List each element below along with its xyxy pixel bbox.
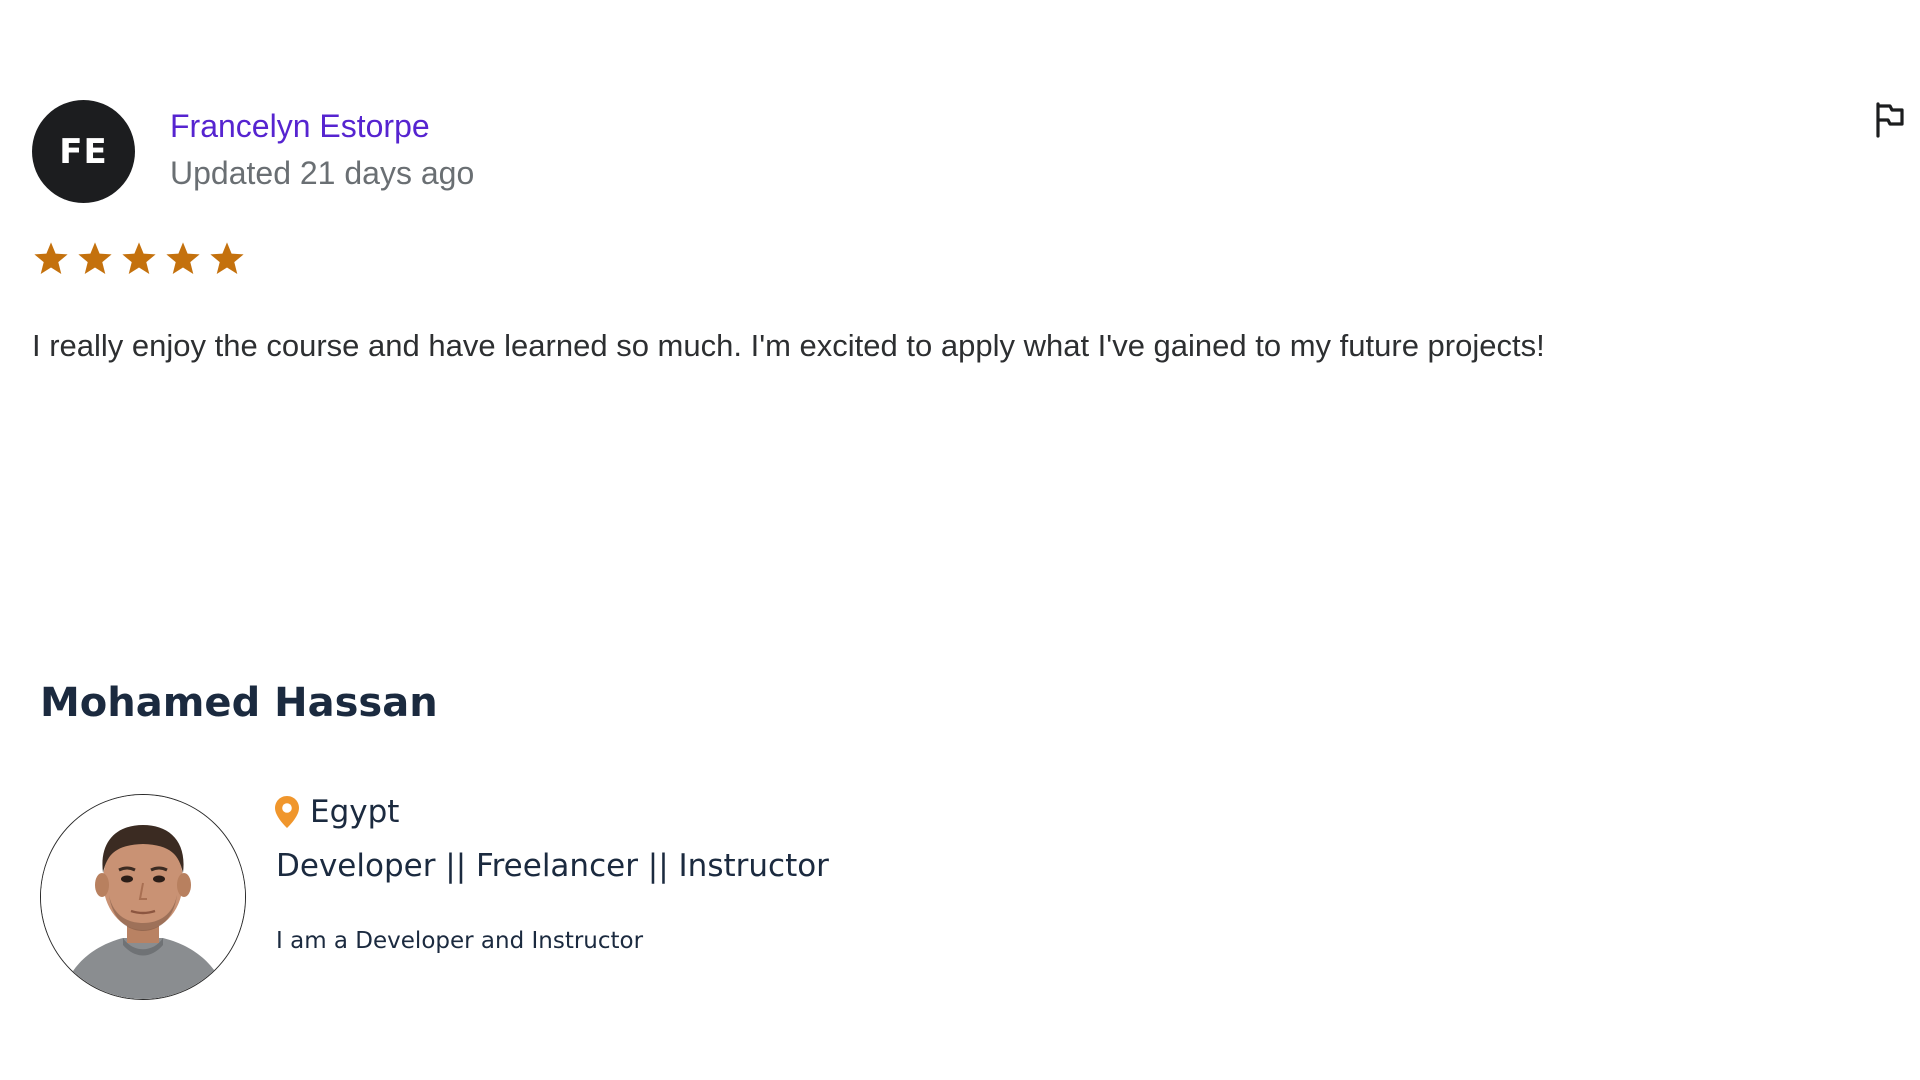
star-rating xyxy=(32,240,246,284)
star-icon xyxy=(34,242,68,275)
avatar-initials: FE xyxy=(59,131,108,172)
reviewer-avatar: FE xyxy=(32,100,135,203)
instructor-section: Mohamed Hassan Egypt Developer || Freela xyxy=(40,680,1540,1020)
star-icon xyxy=(122,242,156,275)
instructor-name[interactable]: Mohamed Hassan xyxy=(40,680,438,726)
review-card: FE Francelyn Estorpe Updated 21 days ago… xyxy=(32,100,1904,400)
star-icon xyxy=(210,242,244,275)
flag-icon[interactable] xyxy=(1872,100,1908,140)
instructor-bio: I am a Developer and Instructor xyxy=(276,928,644,954)
star-icon xyxy=(166,242,200,275)
reviewer-name: Francelyn Estorpe xyxy=(170,108,430,144)
instructor-avatar[interactable] xyxy=(40,794,246,1000)
review-date: Updated 21 days ago xyxy=(170,155,475,191)
instructor-headline: Developer || Freelancer || Instructor xyxy=(276,848,829,884)
location-text: Egypt xyxy=(310,794,400,830)
instructor-location: Egypt xyxy=(274,794,399,830)
review-text: I really enjoy the course and have learn… xyxy=(32,328,1545,363)
star-icon xyxy=(78,242,112,275)
map-pin-icon xyxy=(275,796,299,828)
